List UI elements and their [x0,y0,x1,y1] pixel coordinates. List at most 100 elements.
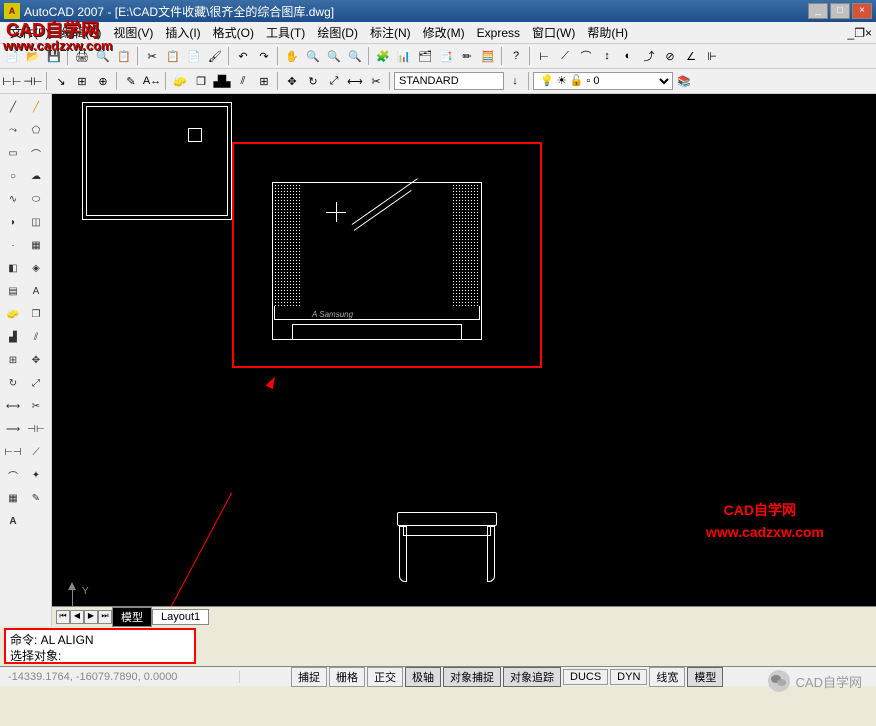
array2-tool[interactable]: ⊞ [2,349,24,371]
break-tool[interactable]: ⊣⊢ [25,418,47,440]
dim-rad-icon[interactable]: ◐ [618,46,638,66]
match-button[interactable]: 🖌 [205,46,225,66]
tolerance-icon[interactable]: ⊞ [72,71,92,91]
array-icon[interactable]: ⊞ [254,71,274,91]
tab-nav-first[interactable]: ⏮ [56,610,70,624]
table-tool[interactable]: ▤ [2,280,24,302]
ducs-toggle[interactable]: DUCS [563,669,608,685]
paste-button[interactable]: 📄 [184,46,204,66]
snap-toggle[interactable]: 捕捉 [291,667,327,687]
menu-help[interactable]: 帮助(H) [581,22,634,43]
move2-tool[interactable]: ✥ [25,349,47,371]
mirror-icon[interactable]: ▟▙ [212,71,232,91]
ellipse-tool[interactable]: ⬭ [25,188,47,210]
layer-dropdown[interactable]: 💡 ☀ 🔓 ▫ 0 [533,72,673,90]
layer-manager-icon[interactable]: 📚 [674,71,694,91]
point-tool[interactable]: · [2,234,24,256]
maximize-button[interactable]: □ [830,3,850,19]
cut-button[interactable]: ✂ [142,46,162,66]
stretch-icon[interactable]: ⟷ [345,71,365,91]
center-icon[interactable]: ⊕ [93,71,113,91]
menu-dimension[interactable]: 标注(N) [364,22,417,43]
line-tool[interactable]: ╱ [2,96,24,118]
polygon-tool[interactable]: ⬠ [25,119,47,141]
extend-tool[interactable]: ⟶ [2,418,24,440]
erase2-tool[interactable]: 🧽 [2,303,24,325]
grid-toggle[interactable]: 栅格 [329,667,365,687]
ortho-toggle[interactable]: 正交 [367,667,403,687]
dim-quick-icon[interactable]: ⊩ [702,46,722,66]
tab-model[interactable]: 模型 [112,607,152,627]
calc-button[interactable]: 🧮 [478,46,498,66]
menu-modify[interactable]: 修改(M) [417,22,471,43]
move-icon[interactable]: ✥ [282,71,302,91]
polar-toggle[interactable]: 极轴 [405,667,441,687]
circle-tool[interactable]: ○ [2,165,24,187]
ssm-button[interactable]: 📑 [436,46,456,66]
menu-view[interactable]: 视图(V) [107,22,159,43]
dim-ord-icon[interactable]: ↕ [597,46,617,66]
otrack-toggle[interactable]: 对象追踪 [503,667,561,687]
spline-tool[interactable]: ∿ [2,188,24,210]
doc-close-button[interactable]: × [865,26,872,40]
scale-icon[interactable]: ⤢ [324,71,344,91]
hatch-tool[interactable]: ▦ [25,234,47,256]
dim-style-select[interactable] [394,72,504,90]
lwt-toggle[interactable]: 线宽 [649,667,685,687]
model-toggle[interactable]: 模型 [687,667,723,687]
mirror2-tool[interactable]: ▟ [2,326,24,348]
dim-tedit-icon[interactable]: A↔ [142,71,162,91]
region-tool[interactable]: ◈ [25,257,47,279]
tab-nav-next[interactable]: ▶ [84,610,98,624]
minimize-button[interactable]: _ [808,3,828,19]
trim2-tool[interactable]: ✂ [25,395,47,417]
copy2-tool[interactable]: ❐ [25,303,47,325]
dim-arc-icon[interactable]: ⌒ [576,46,596,66]
command-line-area[interactable]: 命令: AL ALIGN 选择对象: [4,628,196,664]
offset2-tool[interactable]: ⫽ [25,326,47,348]
ellipse-arc-tool[interactable]: ◗ [2,211,24,233]
pan-button[interactable]: ✋ [282,46,302,66]
dyn-toggle[interactable]: DYN [610,669,647,685]
menu-draw[interactable]: 绘图(D) [311,22,364,43]
tab-layout1[interactable]: Layout1 [152,609,209,625]
dim-jog-icon[interactable]: ⤴ [639,46,659,66]
menu-insert[interactable]: 插入(I) [159,22,206,43]
pedit-tool[interactable]: ✎ [25,487,47,509]
stretch2-tool[interactable]: ⟷ [2,395,24,417]
leader-icon[interactable]: ↘ [51,71,71,91]
dim-edit-icon[interactable]: ✎ [121,71,141,91]
menu-express[interactable]: Express [471,24,526,42]
erase-icon[interactable]: 🧽 [170,71,190,91]
doc-minimize-button[interactable]: _ [848,26,855,40]
close-button[interactable]: × [852,3,872,19]
publish-button[interactable]: 📋 [114,46,134,66]
block-tool[interactable]: ◫ [25,211,47,233]
revcloud-tool[interactable]: ☁ [25,165,47,187]
explode-tool[interactable]: ✦ [25,464,47,486]
help-button[interactable]: ? [506,46,526,66]
mtext-tool[interactable]: A [25,280,47,302]
gradient-tool[interactable]: ◧ [2,257,24,279]
fillet-tool[interactable]: ⌒ [2,464,24,486]
coordinate-display[interactable]: -14339.1764, -16079.7890, 0.0000 [0,671,240,683]
offset-icon[interactable]: ⫽ [233,71,253,91]
copy-button[interactable]: 📋 [163,46,183,66]
tab-nav-last[interactable]: ⏭ [98,610,112,624]
join-tool[interactable]: ⊢⊣ [2,441,24,463]
text-tool[interactable]: A [2,510,24,532]
tab-nav-prev[interactable]: ◀ [70,610,84,624]
properties-button[interactable]: 🧩 [373,46,393,66]
zoom-prev-button[interactable]: 🔍 [345,46,365,66]
redo-button[interactable]: ↷ [254,46,274,66]
dim-update-icon[interactable]: ↓ [505,71,525,91]
doc-restore-button[interactable]: ❐ [854,26,865,40]
rotate-icon[interactable]: ↻ [303,71,323,91]
dim-aligned-icon[interactable]: ⟋ [555,46,575,66]
copy-obj-icon[interactable]: ❐ [191,71,211,91]
dim-ang-icon[interactable]: ∠ [681,46,701,66]
xline-tool[interactable]: ╱ [25,96,47,118]
zoom-rt-button[interactable]: 🔍 [303,46,323,66]
zoom-win-button[interactable]: 🔍 [324,46,344,66]
menu-tools[interactable]: 工具(T) [260,22,311,43]
